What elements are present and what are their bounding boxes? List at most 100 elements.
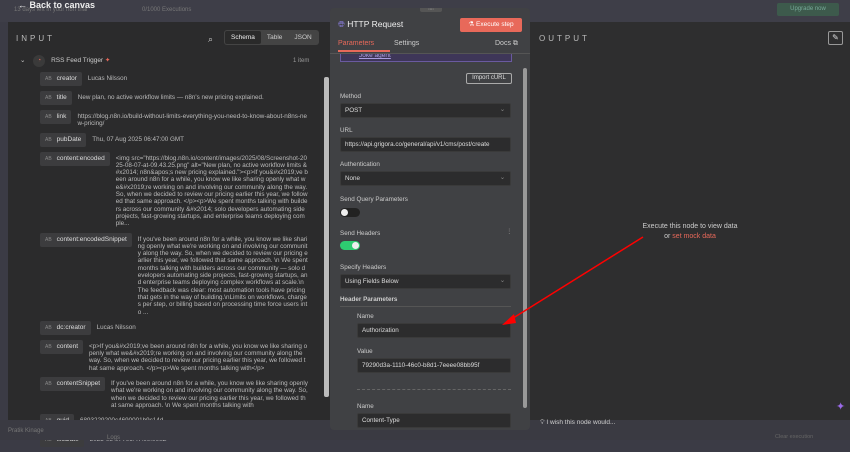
field-key[interactable]: AB creator [40, 72, 82, 86]
string-type-icon: AB [45, 95, 52, 101]
specify-headers-label: Specify Headers [340, 264, 387, 271]
user-name[interactable]: Pratik Kinage [8, 428, 44, 434]
scrollbar[interactable] [324, 77, 329, 397]
search-icon[interactable]: ⌕ [208, 34, 213, 45]
header-name-input[interactable]: Authorization [357, 323, 511, 338]
field-key[interactable]: AB contentSnippet [40, 377, 106, 392]
string-type-icon: AB [45, 381, 52, 388]
header-value-label: Value [357, 348, 373, 355]
header-parameters-heading: Header Parameters [340, 296, 511, 307]
pencil-icon: ✎ [832, 33, 839, 42]
auth-select[interactable]: None ⌄ [340, 171, 511, 186]
schema-row: AB link https://blog.n8n.io/build-without-… [40, 110, 308, 128]
node-title: 🌐︎ HTTP Request [338, 19, 403, 30]
globe-icon: 🌐︎ [338, 19, 345, 29]
drag-handle[interactable]: ⁞⁞⁞⁞ [420, 8, 442, 12]
field-key-text: contentSnippet [56, 380, 101, 388]
clear-execution-button[interactable]: Clear execution [775, 434, 813, 440]
scrollbar[interactable] [523, 68, 527, 408]
auth-value: None [345, 175, 361, 182]
field-key[interactable]: AB content [40, 339, 83, 354]
or-text: or [664, 233, 671, 240]
tab-json[interactable]: JSON [288, 31, 317, 44]
docs-link[interactable]: Docs ⧉ [495, 40, 518, 48]
field-key[interactable]: AB title [40, 91, 72, 105]
lightbulb-icon: 💡︎ [540, 419, 545, 426]
schema-row: AB content <p>If you&#x2019;ve been around… [40, 339, 308, 372]
header-name-label: Name [357, 313, 374, 320]
method-label: Method [340, 93, 362, 100]
url-input[interactable]: https://api.grigora.co/general/api/v1/cm… [340, 137, 511, 152]
field-value: <p>If you&#x2019;ve been around n8n for … [89, 342, 308, 372]
node-settings-panel: ⁞⁞⁞⁞ 🌐︎ HTTP Request ⚗ Execute step Para… [330, 8, 530, 430]
field-key[interactable]: AB content:encodedSnippet [40, 232, 132, 247]
header-name-label-2: Name [357, 403, 374, 410]
field-value: https://blog.n8n.io/build-without-limits… [77, 113, 308, 128]
field-key[interactable]: AB link [40, 110, 72, 124]
field-key-text: title [56, 94, 67, 101]
item-count: 1 item [293, 58, 310, 64]
execute-step-button[interactable]: ⚗ Execute step [460, 18, 522, 32]
auth-label: Authentication [340, 161, 380, 168]
view-tabs: Schema Table JSON [224, 30, 319, 45]
schema-row: AB contentSnippet If you've been around n8… [40, 377, 308, 409]
upgrade-button[interactable]: Upgrade now [777, 3, 839, 16]
node-title-text: HTTP Request [347, 19, 404, 29]
schema-row: AB dc:creator Lucas Nilsson [40, 320, 308, 335]
tab-table[interactable]: Table [261, 31, 289, 44]
import-curl-button[interactable]: Import cURL [466, 73, 512, 84]
tab-settings[interactable]: Settings [394, 40, 419, 47]
joke-agent-link[interactable]: Joke agent [340, 54, 512, 62]
url-label: URL [340, 127, 353, 134]
rss-icon: ◔ [33, 55, 46, 67]
chevron-down-icon: ⌄ [499, 277, 505, 284]
back-to-canvas-link[interactable]: ← Back to canvas [18, 0, 95, 10]
field-key-text: content [56, 342, 78, 350]
ai-assistant-icon[interactable]: ✦ [836, 400, 845, 413]
tab-schema[interactable]: Schema [225, 31, 261, 44]
feedback-input[interactable]: 💡︎ I wish this node would... [540, 419, 615, 427]
field-key-text: content:encodedSnippet [56, 235, 127, 243]
tab-parameters[interactable]: Parameters [338, 40, 390, 52]
field-key[interactable]: AB content:encoded [40, 151, 110, 166]
field-key[interactable]: AB dc:creator [40, 320, 91, 335]
back-label: Back to canvas [29, 0, 96, 10]
field-value: <img src="https://blog.n8n.io/content/im… [115, 154, 308, 228]
options-icon[interactable]: ⋮ [506, 228, 512, 235]
send-query-toggle[interactable] [340, 208, 360, 217]
field-value: If you've been around n8n for a while, y… [111, 380, 308, 409]
method-value: POST [345, 107, 363, 114]
field-key-text: dc:creator [56, 323, 86, 331]
divider [357, 389, 511, 390]
header-name-input-2[interactable]: Content-Type [357, 413, 511, 428]
string-type-icon: AB [45, 236, 52, 243]
method-select[interactable]: POST ⌄ [340, 103, 511, 118]
schema-row: AB content:encodedSnippet If you've been a… [40, 232, 308, 316]
send-query-label: Send Query Parameters [340, 196, 408, 203]
execute-label: Execute step [476, 21, 514, 28]
chevron-down-icon[interactable]: ⌄ [20, 57, 25, 64]
header-value-input[interactable]: 79290d3a-1110-46c0-b8d1-7eeee08bb95f [357, 358, 511, 373]
field-value: Lucas Nilsson [87, 75, 128, 82]
node-header[interactable]: ⌄ ◔ RSS Feed Trigger ✦ [20, 55, 110, 67]
string-type-icon: AB [45, 155, 52, 162]
schema-row: AB creator Lucas Nilsson [40, 72, 308, 86]
edit-output-button[interactable]: ✎ [828, 31, 843, 45]
field-key-text: content:encoded [56, 154, 105, 162]
field-value: New plan, no active workflow limits — n8… [77, 94, 264, 101]
parameters-body: Joke agent Import cURL Method POST ⌄ URL … [330, 54, 522, 430]
hint-text: Execute this node to view data [642, 223, 738, 230]
send-headers-toggle[interactable] [340, 241, 360, 250]
schema-row: AB pubDate Thu, 07 Aug 2025 06:47:00 GMT [40, 132, 308, 147]
set-mock-data-link[interactable]: set mock data [672, 233, 716, 240]
specify-headers-select[interactable]: Using Fields Below ⌄ [340, 274, 511, 289]
string-type-icon: AB [45, 114, 52, 120]
output-title: OUTPUT [539, 34, 590, 43]
field-value: If you've been around n8n for a while, y… [137, 235, 308, 316]
logs-label[interactable]: Logs [107, 435, 120, 441]
empty-output-hint: Execute this node to view data or set mo… [620, 222, 760, 242]
string-type-icon: AB [45, 324, 52, 331]
field-value: Thu, 07 Aug 2025 06:47:00 GMT [92, 135, 184, 143]
field-key[interactable]: AB pubDate [40, 132, 87, 147]
string-type-icon: AB [45, 136, 52, 143]
